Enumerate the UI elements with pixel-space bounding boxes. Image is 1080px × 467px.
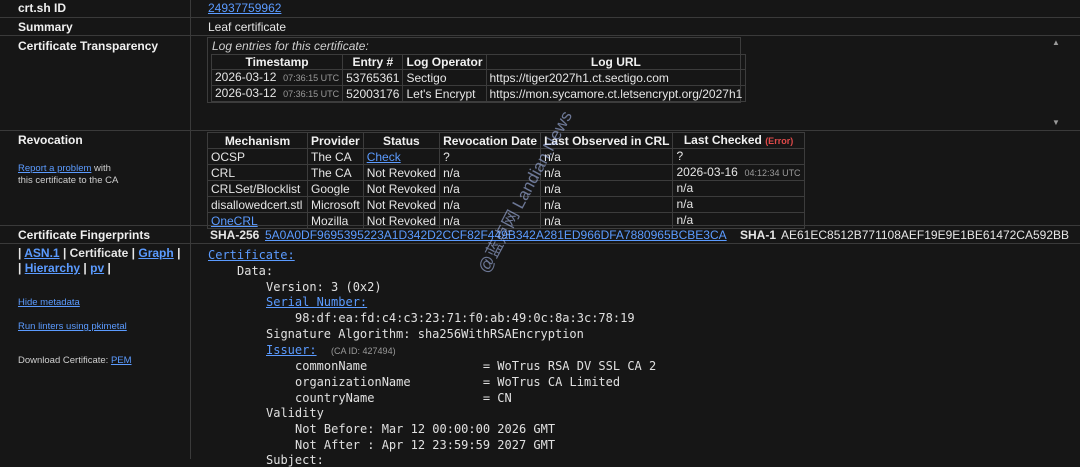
rev-header-provider: Provider: [307, 132, 364, 149]
cert-certificate-link[interactable]: Certificate:: [208, 248, 295, 262]
table-row: 2026-03-12 07:36:15 UTC 52003176 Let's E…: [210, 85, 747, 102]
ct-caption: Log entries for this certificate:: [212, 39, 369, 53]
ct-entry: 52003176: [342, 85, 404, 102]
cert-not-before: Not Before: Mar 12 00:00:00 2026 GMT: [295, 422, 556, 436]
rev-last-observed: n/a: [540, 148, 674, 165]
cert-country: countryName = CN: [295, 391, 512, 405]
view-nav: | ASN.1 | Certificate | Graph | | Hierar…: [18, 246, 181, 275]
rev-header-last-checked: Last Checked (Error): [672, 132, 805, 149]
rev-last-checked: n/a: [672, 180, 805, 197]
nav-pv-link[interactable]: pv: [90, 261, 104, 275]
rev-last-observed: n/a: [540, 180, 674, 197]
table-row: CRL The CA Not Revoked n/a n/a 2026-03-1…: [207, 164, 805, 181]
ct-operator: Sectigo: [402, 69, 487, 86]
ct-header-operator: Log Operator: [402, 54, 487, 70]
cert-issuer-line: Issuer: (CA ID: 427494): [266, 343, 396, 357]
report-problem-block: Report a problem with this certificate t…: [18, 163, 119, 186]
cert-subject: Subject:: [266, 453, 324, 467]
ct-label: Certificate Transparency: [18, 39, 159, 53]
table-row: 2026-03-12 07:36:15 UTC 53765361 Sectigo…: [210, 69, 747, 86]
rev-provider: Microsoft: [307, 196, 364, 213]
rev-last-observed: n/a: [540, 164, 674, 181]
crtsh-id-label: crt.sh ID: [18, 1, 67, 15]
row-fingerprints: Certificate Fingerprints SHA-256 5A0A0DF…: [0, 226, 1080, 244]
ct-url: https://mon.sycamore.ct.letsencrypt.org/…: [485, 85, 747, 102]
ocsp-check-link[interactable]: Check: [367, 150, 401, 164]
cert-serial: 98:df:ea:fd:c4:c3:23:71:f0:ab:49:0c:8a:3…: [295, 311, 635, 325]
cert-org: organizationName = WoTrus CA Limited: [295, 375, 621, 389]
row-summary: Summary Leaf certificate: [0, 18, 1080, 36]
cert-not-after: Not After : Apr 12 23:59:59 2027 GMT: [295, 438, 556, 452]
row-crtsh-id: crt.sh ID 24937759962: [0, 0, 1080, 18]
cert-validity: Validity: [266, 406, 324, 420]
download-pem-link[interactable]: PEM: [111, 355, 132, 366]
rev-mechanism: CRLSet/Blocklist: [207, 180, 308, 197]
rev-provider: The CA: [307, 148, 364, 165]
rev-status: Not Revoked: [362, 180, 441, 197]
summary-value: Leaf certificate: [208, 20, 287, 34]
ct-entry: 53765361: [342, 69, 404, 86]
rev-header-mechanism: Mechanism: [207, 132, 308, 149]
nav-certificate-current: Certificate: [69, 246, 129, 260]
cert-sig-alg: Signature Algorithm: sha256WithRSAEncryp…: [266, 327, 584, 341]
scroll-up-arrow-icon[interactable]: ▲: [1052, 38, 1060, 47]
rev-mechanism: disallowedcert.stl: [207, 196, 308, 213]
table-row: OCSP The CA Check ? n/a ?: [207, 148, 805, 165]
rev-mechanism: OCSP: [207, 148, 308, 165]
report-problem-link[interactable]: Report a problem: [18, 163, 91, 174]
table-row: CRLSet/Blocklist Google Not Revoked n/a …: [207, 180, 805, 197]
cert-serial-link[interactable]: Serial Number:: [266, 295, 367, 309]
rev-last-checked: ?: [672, 148, 805, 165]
sha256-label: SHA-256: [210, 228, 260, 242]
fingerprints-label: Certificate Fingerprints: [18, 228, 151, 242]
ct-header-url: Log URL: [485, 54, 747, 70]
rev-status: Not Revoked: [362, 164, 441, 181]
nav-asn1-link[interactable]: ASN.1: [24, 246, 59, 260]
nav-graph-link[interactable]: Graph: [138, 246, 173, 260]
cert-cn: commonName = WoTrus RSA DV SSL CA 2: [295, 359, 657, 373]
sha1-value: AE61EC8512B771108AEF19E9E1BE61472CA592BB: [781, 228, 1069, 242]
run-linters-link[interactable]: Run linters using pkimetal: [18, 321, 127, 332]
cert-version: Version: 3 (0x2): [266, 280, 382, 294]
rev-header-status: Status: [362, 132, 441, 149]
ct-scrollbar[interactable]: ▲ ▼: [1050, 38, 1062, 128]
cert-ca-id: (CA ID: 427494): [331, 346, 396, 356]
sha1-label: SHA-1: [740, 228, 777, 242]
rev-provider: The CA: [307, 164, 364, 181]
ct-header-entry: Entry #: [342, 54, 404, 70]
summary-label: Summary: [18, 20, 73, 34]
rev-last-observed: n/a: [540, 196, 674, 213]
scroll-down-arrow-icon[interactable]: ▼: [1052, 118, 1060, 127]
ct-timestamp: 2026-03-12 07:36:15 UTC: [210, 85, 344, 102]
cert-issuer-link[interactable]: Issuer:: [266, 343, 317, 357]
last-checked-error: (Error): [765, 136, 794, 146]
cert-data: Data:: [237, 264, 274, 278]
revocation-label: Revocation: [18, 133, 83, 147]
ct-log-table: Timestamp Entry # Log Operator Log URL 2…: [210, 54, 747, 102]
rev-mechanism: CRL: [207, 164, 308, 181]
hide-metadata-link[interactable]: Hide metadata: [18, 297, 80, 308]
ct-url: https://tiger2027h1.ct.sectigo.com: [485, 69, 747, 86]
ct-timestamp: 2026-03-12 07:36:15 UTC: [210, 69, 344, 86]
nav-hierarchy-link[interactable]: Hierarchy: [25, 261, 80, 275]
rev-status: Not Revoked: [362, 196, 441, 213]
rev-provider: Google: [307, 180, 364, 197]
rev-last-checked: n/a: [672, 196, 805, 213]
download-certificate: Download Certificate: PEM: [18, 355, 132, 366]
ct-operator: Let's Encrypt: [402, 85, 487, 102]
rev-last-checked: 2026-03-16 04:12:34 UTC: [672, 164, 805, 181]
ct-header-timestamp: Timestamp: [210, 54, 344, 70]
rev-header-revocation-date: Revocation Date: [439, 132, 542, 149]
crtsh-id-link[interactable]: 24937759962: [208, 1, 281, 15]
ct-log-box: Log entries for this certificate: Timest…: [207, 37, 747, 103]
